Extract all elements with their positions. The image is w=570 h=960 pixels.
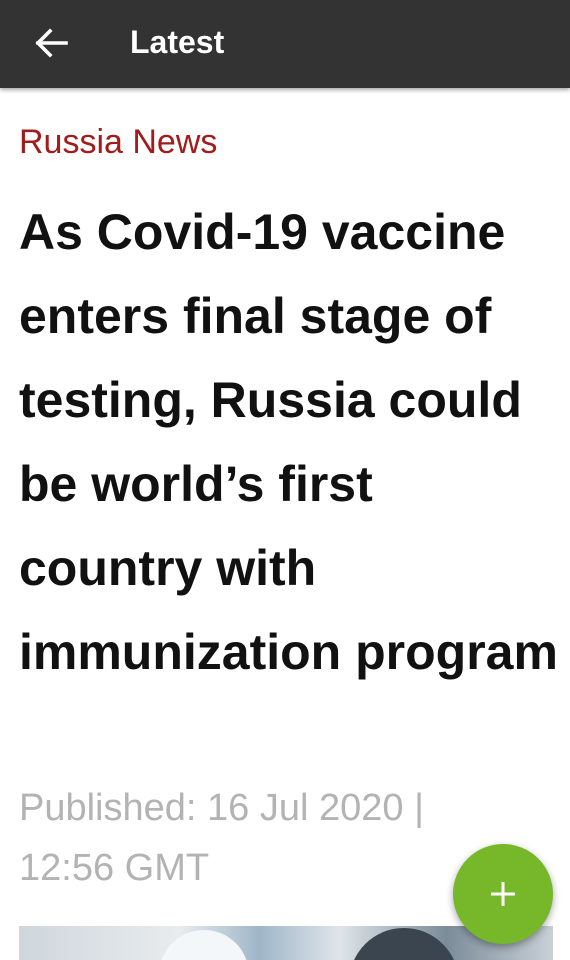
image-detail [349,928,459,960]
arrow-left-icon [35,28,68,58]
app-bar: Latest [0,0,570,88]
add-button[interactable] [453,844,553,944]
page-title: Latest [130,24,225,60]
image-detail [159,930,249,960]
article-headline: As Covid-19 vaccine enters final stage o… [19,204,558,680]
plus-icon [491,882,515,906]
article-category[interactable]: Russia News [19,122,217,162]
article-published-date: Published: 16 Jul 2020 | 12:56 GMT [19,787,424,889]
back-button[interactable] [26,18,76,68]
article-content: Russia News As Covid-19 vaccine enters f… [0,88,570,960]
